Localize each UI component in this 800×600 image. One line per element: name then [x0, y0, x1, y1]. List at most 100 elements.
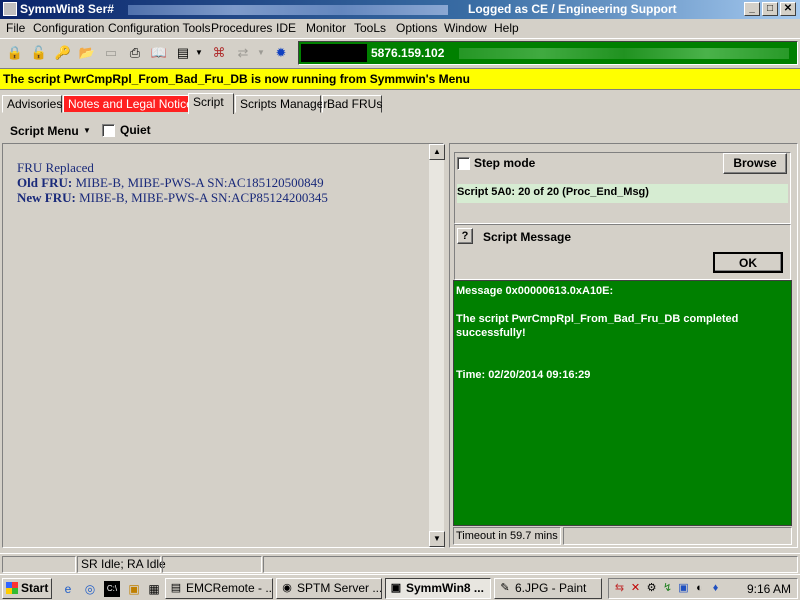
- document-icon[interactable]: ▤: [174, 44, 192, 62]
- tab-bad-frus[interactable]: Bad FRUs: [322, 95, 382, 113]
- timeout-progress: [563, 527, 792, 545]
- taskbar-item-symmwin[interactable]: ▣ SymmWin8 ...: [385, 578, 491, 599]
- banner-text: The script PwrCmpRpl_From_Bad_Fru_DB is …: [3, 72, 470, 86]
- unlock-icon[interactable]: 🔓: [30, 44, 48, 62]
- status-sr-idle: SR Idle; RA Idle: [77, 556, 166, 573]
- redacted-info: [459, 48, 789, 59]
- menu-procedures[interactable]: Procedures: [211, 21, 272, 35]
- script-status-line: Script 5A0: 20 of 20 (Proc_End_Msg): [457, 184, 788, 203]
- message-line: The script PwrCmpRpl_From_Bad_Fru_DB com…: [456, 313, 739, 325]
- help-button[interactable]: ?: [457, 228, 473, 244]
- menu-bar: File Configuration Configuration Tools P…: [0, 19, 800, 38]
- tab-scripts-manager[interactable]: Scripts Manager: [235, 95, 327, 113]
- gear-icon[interactable]: ✹: [272, 44, 290, 62]
- save-icon[interactable]: ▭: [102, 44, 120, 62]
- script-status-text: Script 5A0: 20 of 20 (Proc_End_Msg): [457, 186, 649, 198]
- close-button[interactable]: ✕: [780, 2, 796, 16]
- redacted-serial: [128, 5, 448, 15]
- scroll-down-icon[interactable]: ▼: [429, 531, 445, 547]
- clock: 9:16 AM: [747, 582, 792, 596]
- status-bar: SR Idle; RA Idle: [0, 553, 800, 573]
- shield-tray-icon[interactable]: ◐: [692, 581, 707, 596]
- ok-button[interactable]: OK: [713, 252, 783, 273]
- emcremote-icon: ▤: [170, 582, 182, 594]
- old-fru-label: Old FRU:: [17, 175, 73, 190]
- menu-tools[interactable]: TooLs: [354, 21, 386, 35]
- restore-button[interactable]: □: [762, 2, 778, 16]
- task-label: 6.JPG - Paint: [515, 581, 587, 595]
- lock-icon[interactable]: 🔒: [6, 44, 24, 62]
- title-bar: SymmWin8 Ser# Logged as CE / Engineering…: [0, 0, 800, 19]
- task-label: SymmWin8 ...: [406, 581, 484, 595]
- network-icon[interactable]: ⌘: [210, 44, 228, 62]
- login-status: Logged as CE / Engineering Support: [468, 2, 677, 16]
- app-icon[interactable]: [3, 2, 17, 16]
- tab-notes-legal[interactable]: Notes and Legal Notices: [63, 95, 199, 113]
- menu-file[interactable]: File: [6, 21, 25, 35]
- step-mode-label: Step mode: [474, 156, 536, 170]
- folder-icon[interactable]: ▣: [126, 581, 142, 597]
- script-menu-dropdown[interactable]: Script Menu: [10, 124, 79, 138]
- task-label: EMCRemote - ...: [186, 581, 273, 595]
- running-script-banner: The script PwrCmpRpl_From_Bad_Fru_DB is …: [0, 68, 800, 90]
- fru-replaced-heading: FRU Replaced: [17, 160, 94, 175]
- dropdown-arrow-icon[interactable]: ▼: [83, 126, 91, 135]
- menu-ide[interactable]: IDE: [276, 21, 296, 35]
- print-icon[interactable]: ⎙: [126, 44, 144, 62]
- menu-window[interactable]: Window: [444, 21, 487, 35]
- scroll-up-icon[interactable]: ▲: [429, 144, 445, 160]
- start-label: Start: [21, 581, 49, 595]
- dropdown-arrow-icon[interactable]: ▼: [194, 44, 204, 62]
- start-button[interactable]: Start: [2, 578, 52, 599]
- internet-explorer-icon[interactable]: e: [60, 581, 76, 597]
- message-line: successfully!: [456, 327, 526, 339]
- minimize-button[interactable]: _: [744, 2, 760, 16]
- browse-button[interactable]: Browse: [723, 153, 787, 174]
- step-panel: Step mode Browse Script 5A0: 20 of 20 (P…: [454, 152, 791, 224]
- menu-help[interactable]: Help: [494, 21, 519, 35]
- taskbar-item-emcremote[interactable]: ▤ EMCRemote - ...: [165, 578, 273, 599]
- taskbar-item-paint[interactable]: ✎ 6.JPG - Paint: [494, 578, 602, 599]
- menu-monitor[interactable]: Monitor: [306, 21, 346, 35]
- old-fru-value: MIBE-B, MIBE-PWS-A SN:AC185120500849: [75, 175, 324, 190]
- browser-icon[interactable]: ◎: [82, 581, 98, 597]
- dropdown-arrow-icon[interactable]: ▼: [256, 44, 266, 62]
- network-tray-icon[interactable]: ⇆: [612, 581, 627, 596]
- script-control-pane: Step mode Browse Script 5A0: 20 of 20 (P…: [449, 143, 798, 548]
- new-fru-label: New FRU:: [17, 190, 76, 205]
- command-prompt-icon[interactable]: C:\: [104, 581, 120, 597]
- antivirus-tray-icon[interactable]: ♦: [708, 581, 723, 596]
- open-folder-icon[interactable]: 📂: [78, 44, 96, 62]
- quiet-checkbox[interactable]: [102, 124, 115, 137]
- timeout-text: Timeout in 59.7 mins: [453, 527, 561, 545]
- sptm-icon: ◉: [282, 582, 292, 594]
- script-message-title: Script Message: [483, 230, 572, 244]
- menu-options[interactable]: Options: [396, 21, 437, 35]
- tab-strip: Advisories Notes and Legal Notices Scrip…: [0, 93, 800, 114]
- security-tray-icon[interactable]: ⚙: [644, 581, 659, 596]
- activity-tray-icon[interactable]: ↯: [660, 581, 675, 596]
- step-mode-checkbox[interactable]: [457, 157, 470, 170]
- key-icon[interactable]: 🔑: [54, 44, 72, 62]
- new-fru-value: MIBE-B, MIBE-PWS-A SN:ACP85124200345: [79, 190, 328, 205]
- status-field-empty: [162, 556, 262, 573]
- tab-script[interactable]: Script: [188, 93, 234, 114]
- book-icon[interactable]: 📖: [150, 44, 168, 62]
- vertical-scrollbar[interactable]: ▲ ▼: [428, 144, 445, 547]
- script-output-pane[interactable]: FRU Replaced Old FRU: MIBE-B, MIBE-PWS-A…: [2, 143, 445, 548]
- paint-icon: ✎: [500, 582, 510, 594]
- task-label: SPTM Server ...: [297, 581, 382, 595]
- disconnect-tray-icon[interactable]: ✕: [628, 581, 643, 596]
- windows-logo-icon: [6, 582, 18, 594]
- redacted-serial: [301, 44, 367, 62]
- timeout-bar: Timeout in 59.7 mins: [453, 527, 792, 545]
- menu-configuration-tools[interactable]: Configuration Tools: [108, 21, 211, 35]
- menu-configuration[interactable]: Configuration: [33, 21, 104, 35]
- taskbar-item-sptm[interactable]: ◉ SPTM Server ...: [276, 578, 382, 599]
- tab-advisories[interactable]: Advisories: [2, 95, 62, 113]
- message-code: Message 0x00000613.0xA10E:: [456, 285, 614, 297]
- connect-icon[interactable]: ⇄: [234, 44, 252, 62]
- desktop-icon[interactable]: ▦: [146, 581, 162, 597]
- monitor-tray-icon[interactable]: ▣: [676, 581, 691, 596]
- quiet-label: Quiet: [120, 123, 151, 137]
